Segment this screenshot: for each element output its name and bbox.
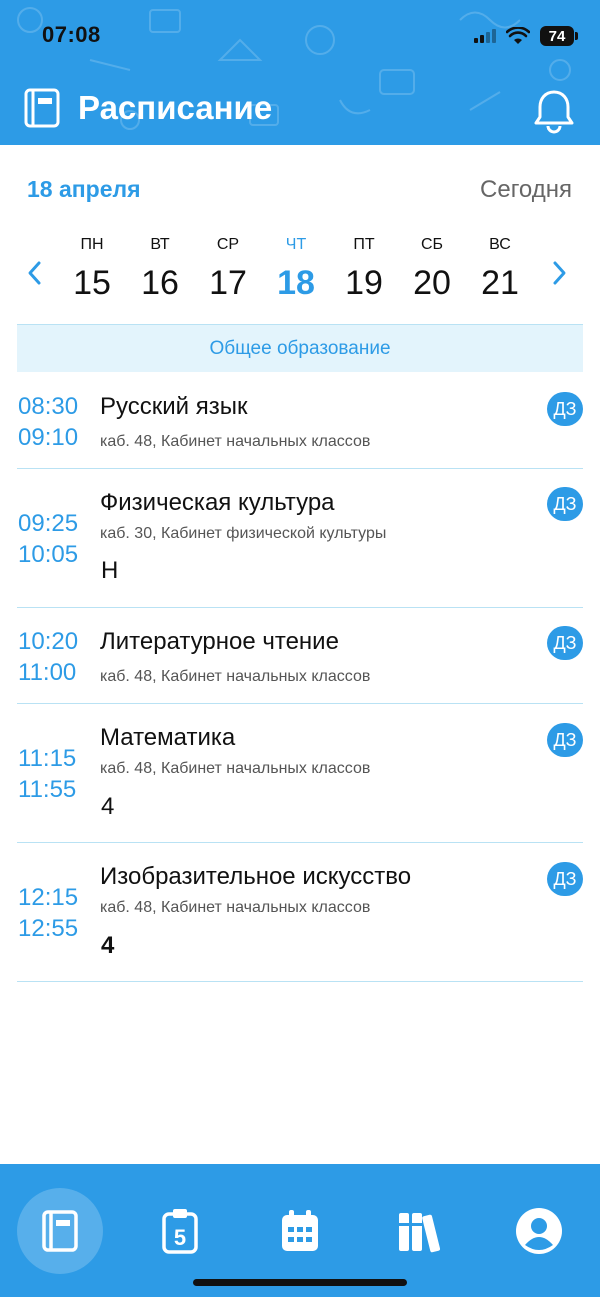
lesson-mark: 4 [101, 793, 115, 820]
grades-clipboard-icon: 5 [162, 1209, 198, 1254]
lesson-name: Русский язык [100, 393, 248, 420]
lesson-time: 08:30 09:10 [18, 391, 78, 453]
lesson-mark: Н [101, 557, 119, 584]
book-icon[interactable] [24, 88, 60, 128]
lesson-row[interactable]: 10:20 11:00 Литературное чтение каб. 48,… [17, 608, 583, 704]
lesson-start: 08:30 [18, 393, 79, 420]
bell-icon[interactable] [534, 88, 574, 134]
bottom-nav: 5 [0, 1164, 600, 1297]
lesson-start: 10:20 [18, 628, 79, 655]
nav-grades[interactable]: 5 [137, 1188, 223, 1274]
day-of-week: ЧТ [285, 236, 307, 253]
cellular-signal-icon [474, 29, 496, 43]
homework-button[interactable]: ДЗ [547, 487, 583, 521]
nav-profile[interactable] [496, 1188, 582, 1274]
day-of-week: ВС [489, 236, 511, 253]
chevron-right-icon[interactable] [552, 260, 568, 286]
lesson-time: 10:20 11:00 [18, 626, 78, 688]
lesson-row[interactable]: 09:25 10:05 Физическая культура каб. 30,… [17, 469, 583, 608]
app-header: 07:08 74 Расписание [0, 0, 600, 145]
lesson-room: каб. 48, Кабинет начальных классов [100, 760, 371, 777]
nav-schedule[interactable] [17, 1188, 103, 1274]
week-selector: ПН 15 ВТ 16 СР 17 ЧТ 18 ПТ 19 СБ 20 ВС 2… [0, 236, 600, 306]
wifi-icon [506, 27, 530, 44]
lesson-row[interactable]: 11:15 11:55 Математика каб. 48, Кабинет … [17, 704, 583, 843]
nav-calendar[interactable] [257, 1188, 343, 1274]
day-thu[interactable]: ЧТ 18 [266, 236, 326, 303]
day-sun[interactable]: ВС 21 [470, 236, 530, 303]
lesson-name: Изобразительное искусство [100, 863, 412, 890]
library-books-icon [399, 1213, 441, 1253]
day-number: 19 [345, 264, 383, 302]
lesson-end: 11:00 [18, 659, 77, 686]
today-button[interactable]: Сегодня [480, 176, 572, 204]
selected-date: 18 апреля [27, 176, 141, 202]
battery-icon: 74 [540, 26, 578, 46]
lesson-room: каб. 30, Кабинет физической культуры [100, 525, 387, 542]
lesson-end: 09:10 [18, 424, 79, 451]
homework-button[interactable]: ДЗ [547, 723, 583, 757]
day-wed[interactable]: СР 17 [198, 236, 258, 303]
lesson-start: 12:15 [18, 884, 79, 911]
day-mon[interactable]: ПН 15 [62, 236, 122, 303]
lesson-end: 12:55 [18, 915, 79, 942]
lesson-row[interactable]: 12:15 12:55 Изобразительное искусство ка… [17, 843, 583, 982]
lesson-room: каб. 48, Кабинет начальных классов [100, 899, 371, 916]
day-of-week: СБ [420, 236, 444, 253]
homework-button[interactable]: ДЗ [547, 862, 583, 896]
day-of-week: ВТ [150, 236, 170, 253]
lesson-time: 11:15 11:55 [18, 743, 76, 805]
header-title-group: Расписание [24, 88, 272, 128]
schedule-book-icon [42, 1210, 78, 1252]
day-of-week: ПТ [353, 236, 375, 253]
day-sat[interactable]: СБ 20 [402, 236, 462, 303]
lesson-start: 11:15 [18, 745, 77, 772]
day-number: 15 [73, 264, 111, 302]
day-number: 16 [141, 264, 179, 302]
lesson-name: Литературное чтение [100, 628, 339, 655]
lesson-start: 09:25 [18, 510, 79, 537]
homework-button[interactable]: ДЗ [547, 626, 583, 660]
homework-button[interactable]: ДЗ [547, 392, 583, 426]
status-icons: 74 [474, 24, 578, 48]
lesson-end: 11:55 [18, 776, 77, 803]
section-header: Общее образование [17, 324, 583, 372]
lesson-row[interactable]: 08:30 09:10 Русский язык каб. 48, Кабине… [17, 373, 583, 469]
lesson-end: 10:05 [18, 541, 79, 568]
calendar-icon [282, 1210, 318, 1251]
day-number: 21 [481, 264, 519, 302]
profile-icon [516, 1208, 562, 1254]
home-indicator [193, 1279, 407, 1286]
day-number: 18 [277, 264, 315, 302]
day-number: 17 [209, 264, 247, 302]
chevron-left-icon[interactable] [26, 260, 42, 286]
day-fri[interactable]: ПТ 19 [334, 236, 394, 303]
page-title: Расписание [78, 89, 273, 126]
lesson-mark: 4 [101, 932, 115, 959]
lesson-time: 12:15 12:55 [18, 882, 78, 944]
lesson-room: каб. 48, Кабинет начальных классов [100, 668, 371, 685]
lesson-time: 09:25 10:05 [18, 508, 78, 570]
lesson-name: Математика [100, 724, 236, 751]
lesson-name: Физическая культура [100, 489, 335, 516]
day-of-week: ПН [80, 236, 104, 253]
svg-text:5: 5 [174, 1225, 186, 1250]
day-number: 20 [413, 264, 451, 302]
lesson-room: каб. 48, Кабинет начальных классов [100, 433, 371, 450]
day-tue[interactable]: ВТ 16 [130, 236, 190, 303]
day-of-week: СР [216, 236, 240, 253]
nav-library[interactable] [377, 1188, 463, 1274]
status-time: 07:08 [42, 22, 101, 47]
